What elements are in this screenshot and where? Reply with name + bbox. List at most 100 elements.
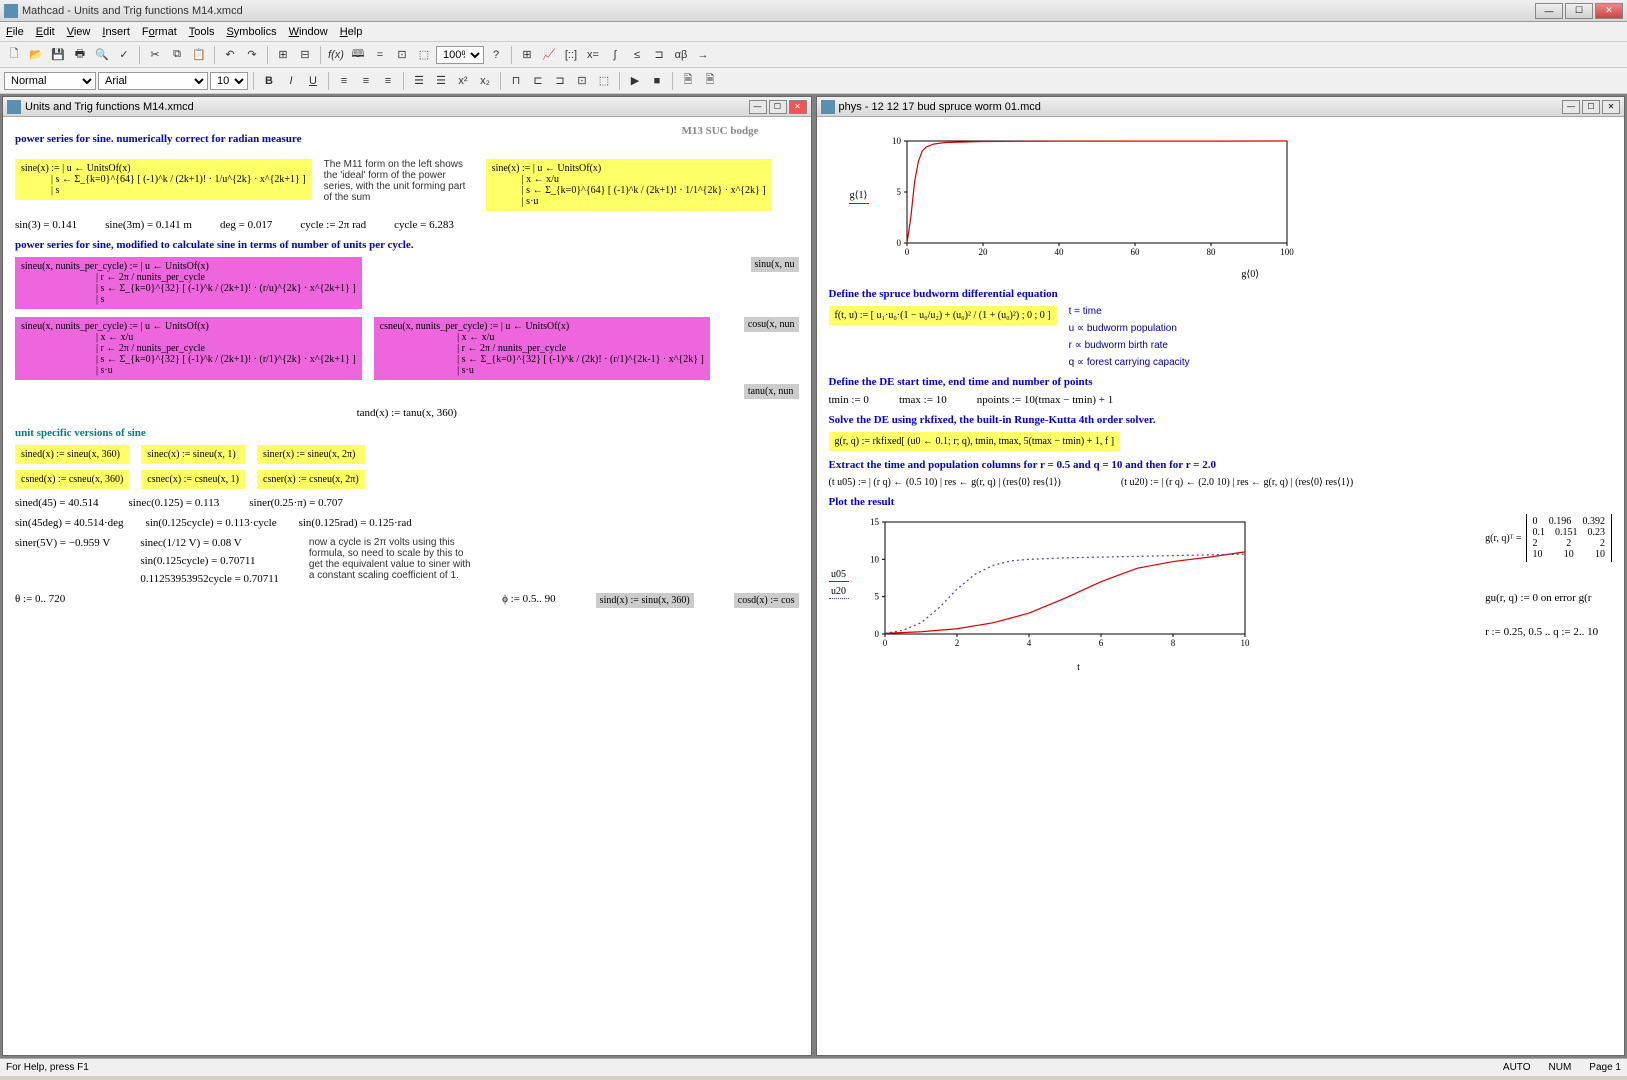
- open-button[interactable]: 📂: [26, 45, 46, 65]
- doc2-icon[interactable]: 🗎: [700, 71, 720, 91]
- size-select[interactable]: 10: [210, 72, 248, 90]
- unit-button[interactable]: 🕮: [348, 45, 368, 65]
- align-center-button[interactable]: ≡: [356, 71, 376, 91]
- menu-view[interactable]: View: [67, 26, 91, 38]
- sep2-icon[interactable]: ⊏: [528, 71, 548, 91]
- bullets-button[interactable]: ☰: [409, 71, 429, 91]
- def-siner[interactable]: siner(x) := sineu(x, 2π): [257, 445, 365, 464]
- align-right-button[interactable]: ≡: [378, 71, 398, 91]
- insert-obj-button[interactable]: ⬚: [414, 45, 434, 65]
- maximize-button[interactable]: ☐: [1565, 3, 1593, 19]
- font-select[interactable]: Arial: [98, 72, 208, 90]
- sineu-def1[interactable]: sineu(x, nunits_per_cycle) := | u ← Unit…: [15, 257, 362, 309]
- calculus-icon[interactable]: ∫: [605, 45, 625, 65]
- doc2-content[interactable]: g⟨1⟩ 0204060801000510 g⟨0⟩ Define the sp…: [817, 117, 1625, 1055]
- doc1-content[interactable]: power series for sine. numerically corre…: [3, 117, 811, 1055]
- csneu-def[interactable]: csneu(x, nunits_per_cycle) := | u ← Unit…: [374, 317, 710, 380]
- tanu-grey[interactable]: tanu(x, nun: [744, 384, 799, 399]
- doc2-close[interactable]: ✕: [1602, 100, 1620, 114]
- spell-button[interactable]: ✓: [114, 45, 134, 65]
- new-button[interactable]: 🗋: [4, 45, 24, 65]
- menu-edit[interactable]: Edit: [36, 26, 55, 38]
- numbers-button[interactable]: ☰: [431, 71, 451, 91]
- doc1-icon[interactable]: 🗎: [678, 71, 698, 91]
- greek-icon[interactable]: αβ: [671, 45, 691, 65]
- sinu-grey[interactable]: sinu(x, nu: [751, 257, 799, 272]
- def-csned[interactable]: csned(x) := csneu(x, 360): [15, 470, 129, 489]
- svg-text:5: 5: [874, 592, 879, 602]
- underline-button[interactable]: U: [303, 71, 323, 91]
- align-button[interactable]: ⊞: [273, 45, 293, 65]
- sep3-icon[interactable]: ⊐: [550, 71, 570, 91]
- sub-button[interactable]: x₂: [475, 71, 495, 91]
- menu-tools[interactable]: Tools: [189, 26, 215, 38]
- doc2-minimize[interactable]: —: [1562, 100, 1580, 114]
- sine-def-left[interactable]: sine(x) := | u ← UnitsOf(x) | s ← Σ_{k=0…: [15, 159, 312, 200]
- doc1-close[interactable]: ✕: [789, 100, 807, 114]
- status-left: For Help, press F1: [6, 1062, 1503, 1073]
- help-button[interactable]: ?: [486, 45, 506, 65]
- svg-text:15: 15: [870, 517, 880, 527]
- align-left-button[interactable]: ≡: [334, 71, 354, 91]
- sineu-def2[interactable]: sineu(x, nunits_per_cycle) := | u ← Unit…: [15, 317, 362, 380]
- doc1-minimize[interactable]: —: [749, 100, 767, 114]
- svg-text:0: 0: [896, 238, 901, 248]
- fx-button[interactable]: f(x): [326, 45, 346, 65]
- def-csnec[interactable]: csnec(x) := csneu(x, 1): [141, 470, 245, 489]
- menu-symbolics[interactable]: Symbolics: [226, 26, 276, 38]
- range-sind[interactable]: sind(x) := sinu(x, 360): [596, 593, 694, 608]
- align2-button[interactable]: ⊟: [295, 45, 315, 65]
- undo-button[interactable]: ↶: [220, 45, 240, 65]
- menu-help[interactable]: Help: [340, 26, 363, 38]
- calc-button[interactable]: =: [370, 45, 390, 65]
- doc1-h1: power series for sine. numerically corre…: [15, 133, 301, 145]
- run-icon[interactable]: ▶: [625, 71, 645, 91]
- doc2-maximize[interactable]: ☐: [1582, 100, 1600, 114]
- close-button[interactable]: ✕: [1595, 3, 1623, 19]
- status-auto: AUTO: [1503, 1062, 1531, 1073]
- preview-button[interactable]: 🔍: [92, 45, 112, 65]
- boolean-icon[interactable]: ≤: [627, 45, 647, 65]
- def-sined[interactable]: sined(x) := sineu(x, 360): [15, 445, 129, 464]
- def-csner[interactable]: csner(x) := csneu(x, 2π): [257, 470, 365, 489]
- cosu-grey[interactable]: cosu(x, nun: [744, 317, 799, 332]
- save-button[interactable]: 💾: [48, 45, 68, 65]
- sine-def-right[interactable]: sine(x) := | u ← UnitsOf(x) | x ← x/u | …: [486, 159, 772, 211]
- sup-button[interactable]: x²: [453, 71, 473, 91]
- ftu-def[interactable]: f(t, u) := [ u₁·u₀·(1 − u₀/u₂) + (u₀)² /…: [829, 306, 1057, 325]
- sep-icon[interactable]: ⊓: [506, 71, 526, 91]
- doc2-icon: [821, 100, 835, 114]
- zoom-select[interactable]: 100%: [436, 46, 484, 64]
- doc1-maximize[interactable]: ☐: [769, 100, 787, 114]
- copy-button[interactable]: ⧉: [167, 45, 187, 65]
- grq-def[interactable]: g(r, q) := rkfixed[ (u0 ← 0.1; r; q), tm…: [829, 432, 1121, 451]
- style-select[interactable]: Normal: [4, 72, 96, 90]
- italic-button[interactable]: I: [281, 71, 301, 91]
- graph-icon[interactable]: 📈: [539, 45, 559, 65]
- sep4-icon[interactable]: ⊡: [572, 71, 592, 91]
- symbolic-icon[interactable]: →: [693, 45, 713, 65]
- matrix-icon[interactable]: [::]: [561, 45, 581, 65]
- chart1[interactable]: 0204060801000510: [875, 133, 1295, 263]
- bold-button[interactable]: B: [259, 71, 279, 91]
- calculator-icon[interactable]: ⊞: [517, 45, 537, 65]
- cut-button[interactable]: ✂: [145, 45, 165, 65]
- print-button[interactable]: 🖶: [70, 45, 90, 65]
- result-deg: deg = 0.017: [220, 219, 272, 231]
- menu-insert[interactable]: Insert: [102, 26, 130, 38]
- menu-file[interactable]: File: [6, 26, 24, 38]
- minimize-button[interactable]: —: [1535, 3, 1563, 19]
- sep5-icon[interactable]: ⬚: [594, 71, 614, 91]
- chart2[interactable]: 0246810051015: [853, 514, 1253, 654]
- redo-button[interactable]: ↷: [242, 45, 262, 65]
- evaluate-icon[interactable]: x=: [583, 45, 603, 65]
- stop-icon[interactable]: ■: [647, 71, 667, 91]
- paste-button[interactable]: 📋: [189, 45, 209, 65]
- programming-icon[interactable]: ⊐: [649, 45, 669, 65]
- component-button[interactable]: ⊡: [392, 45, 412, 65]
- menu-format[interactable]: Format: [142, 26, 177, 38]
- menu-window[interactable]: Window: [289, 26, 328, 38]
- range-cosd[interactable]: cosd(x) := cos: [734, 593, 799, 608]
- svg-text:0: 0: [882, 638, 887, 648]
- def-sinec[interactable]: sinec(x) := sineu(x, 1): [141, 445, 245, 464]
